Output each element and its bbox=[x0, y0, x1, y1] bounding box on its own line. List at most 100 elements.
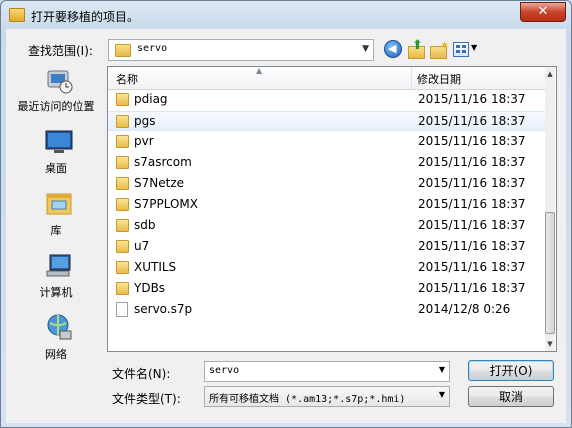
places-bar: 最近访问的位置 桌面 库 计算机 网络 bbox=[10, 65, 102, 375]
scroll-down-arrow-icon[interactable]: ▼ bbox=[545, 337, 555, 351]
view-menu-button[interactable]: ▼ bbox=[453, 40, 483, 59]
column-header-date[interactable]: 修改日期 bbox=[412, 67, 545, 89]
list-item[interactable]: u7 2015/11/16 18:37 bbox=[108, 237, 545, 257]
chevron-down-icon: ▼ bbox=[362, 44, 369, 54]
place-recent[interactable]: 最近访问的位置 bbox=[10, 65, 102, 123]
folder-icon bbox=[116, 93, 129, 106]
folder-icon bbox=[116, 198, 129, 211]
new-folder-button[interactable]: ✶ bbox=[430, 39, 450, 59]
up-one-level-button[interactable]: ⬆ bbox=[408, 38, 427, 59]
chevron-down-icon: ▼ bbox=[438, 390, 445, 399]
place-network[interactable]: 网络 bbox=[10, 313, 102, 371]
look-in-value: servo bbox=[137, 43, 168, 54]
item-name: pdiag bbox=[134, 92, 168, 106]
item-name: pgs bbox=[134, 114, 156, 128]
dialog-title: 打开要移植的项目。 bbox=[31, 10, 140, 24]
list-item[interactable]: servo.s7p 2014/12/8 0:26 bbox=[108, 300, 545, 320]
up-arrow-icon: ⬆ bbox=[412, 38, 423, 53]
back-arrow-icon: ◀ bbox=[388, 42, 397, 55]
vertical-scrollbar[interactable]: ▲ ▼ bbox=[545, 67, 555, 351]
file-type-label: 文件类型(T): bbox=[112, 392, 181, 406]
place-label: 计算机 bbox=[39, 286, 73, 299]
item-name: sdb bbox=[134, 218, 156, 232]
item-date: 2015/11/16 18:37 bbox=[418, 176, 526, 190]
folder-icon bbox=[116, 177, 129, 190]
list-item[interactable]: pgs 2015/11/16 18:37 bbox=[108, 111, 545, 131]
item-date: 2015/11/16 18:37 bbox=[418, 218, 526, 232]
place-computer[interactable]: 计算机 bbox=[10, 251, 102, 309]
sort-arrow-icon: ▲ bbox=[256, 66, 263, 75]
file-name-label: 文件名(N): bbox=[112, 367, 171, 381]
item-date: 2015/11/16 18:37 bbox=[418, 134, 526, 148]
item-date: 2015/11/16 18:37 bbox=[418, 114, 526, 128]
folder-icon bbox=[116, 261, 129, 274]
folder-icon bbox=[116, 219, 129, 232]
list-item[interactable]: sdb 2015/11/16 18:37 bbox=[108, 216, 545, 236]
place-label: 桌面 bbox=[45, 162, 67, 175]
cancel-button[interactable]: 取消 bbox=[468, 386, 554, 407]
scrollbar-thumb[interactable] bbox=[545, 212, 555, 334]
item-name: servo.s7p bbox=[134, 302, 193, 316]
column-header-date-label: 修改日期 bbox=[417, 73, 461, 86]
list-item[interactable]: S7PPLOMX 2015/11/16 18:37 bbox=[108, 195, 545, 215]
look-in-label: 查找范围(I): bbox=[28, 44, 93, 58]
open-button[interactable]: 打开(O) bbox=[468, 360, 554, 381]
item-name: pvr bbox=[134, 134, 154, 148]
item-date: 2015/11/16 18:37 bbox=[418, 155, 526, 169]
item-date: 2015/11/16 18:37 bbox=[418, 92, 526, 106]
scroll-up-arrow-icon[interactable]: ▲ bbox=[545, 67, 555, 81]
folder-icon bbox=[115, 44, 131, 57]
item-name: S7Netze bbox=[134, 176, 184, 190]
item-name: XUTILS bbox=[134, 260, 177, 274]
file-name-value: servo bbox=[209, 365, 240, 376]
place-label: 库 bbox=[50, 224, 62, 237]
computer-icon bbox=[46, 254, 71, 277]
place-label: 最近访问的位置 bbox=[17, 100, 95, 113]
list-item[interactable]: pvr 2015/11/16 18:37 bbox=[108, 132, 545, 152]
place-label: 网络 bbox=[45, 348, 67, 361]
list-item[interactable]: pdiag 2015/11/16 18:37 bbox=[108, 90, 545, 110]
dialog-body: 查找范围(I): servo ▼ ◀ ⬆ ✶ ▼ 最近访问的位置 桌面 库 计算… bbox=[6, 29, 566, 423]
list-item[interactable]: XUTILS 2015/11/16 18:37 bbox=[108, 258, 545, 278]
network-icon bbox=[47, 314, 72, 340]
look-in-dropdown[interactable]: servo ▼ bbox=[108, 39, 374, 61]
view-grid-icon bbox=[453, 42, 469, 57]
close-button[interactable]: ✕ bbox=[520, 2, 566, 22]
item-name: u7 bbox=[134, 239, 150, 253]
item-date: 2015/11/16 18:37 bbox=[418, 281, 526, 295]
list-item[interactable]: s7asrcom 2015/11/16 18:37 bbox=[108, 153, 545, 173]
list-item[interactable]: S7Netze 2015/11/16 18:37 bbox=[108, 174, 545, 194]
folder-icon bbox=[116, 240, 129, 253]
recent-places-icon bbox=[47, 70, 73, 94]
libraries-icon bbox=[46, 193, 72, 215]
item-date: 2014/12/8 0:26 bbox=[418, 302, 511, 316]
item-name: S7PPLOMX bbox=[134, 197, 199, 211]
file-type-value: 所有可移植文档 (*.am13;*.s7p;*.hmi) bbox=[209, 394, 406, 405]
file-type-dropdown[interactable]: 所有可移植文档 (*.am13;*.s7p;*.hmi) ▼ bbox=[204, 386, 450, 407]
list-item[interactable]: YDBs 2015/11/16 18:37 bbox=[108, 279, 545, 299]
place-libraries[interactable]: 库 bbox=[10, 189, 102, 247]
back-button[interactable]: ◀ bbox=[384, 40, 402, 58]
dialog-app-icon bbox=[9, 8, 25, 22]
sparkle-icon: ✶ bbox=[440, 39, 450, 52]
title-bar[interactable]: 打开要移植的项目。 ✕ bbox=[1, 1, 571, 29]
column-header-name-label: 名称 bbox=[116, 73, 138, 86]
item-name: s7asrcom bbox=[134, 155, 192, 169]
item-date: 2015/11/16 18:37 bbox=[418, 239, 526, 253]
file-list[interactable]: 名称 ▲ 修改日期 pdiag 2015/11/16 18:37 pgs 2015/… bbox=[107, 66, 557, 352]
folder-icon bbox=[116, 115, 129, 128]
item-date: 2015/11/16 18:37 bbox=[418, 260, 526, 274]
folder-icon bbox=[116, 156, 129, 169]
desktop-icon bbox=[45, 130, 73, 153]
item-name: YDBs bbox=[134, 281, 166, 295]
folder-icon bbox=[116, 282, 129, 295]
folder-icon bbox=[116, 135, 129, 148]
open-file-dialog: 打开要移植的项目。 ✕ 查找范围(I): servo ▼ ◀ ⬆ ✶ ▼ 最近访… bbox=[0, 0, 572, 428]
column-header-name[interactable]: 名称 ▲ bbox=[108, 67, 412, 89]
place-desktop[interactable]: 桌面 bbox=[10, 127, 102, 185]
file-icon bbox=[116, 302, 128, 317]
item-date: 2015/11/16 18:37 bbox=[418, 197, 526, 211]
chevron-down-icon[interactable]: ▼ bbox=[439, 365, 445, 374]
chevron-down-icon: ▼ bbox=[471, 43, 478, 52]
file-name-input[interactable]: servo ▼ bbox=[204, 361, 450, 382]
